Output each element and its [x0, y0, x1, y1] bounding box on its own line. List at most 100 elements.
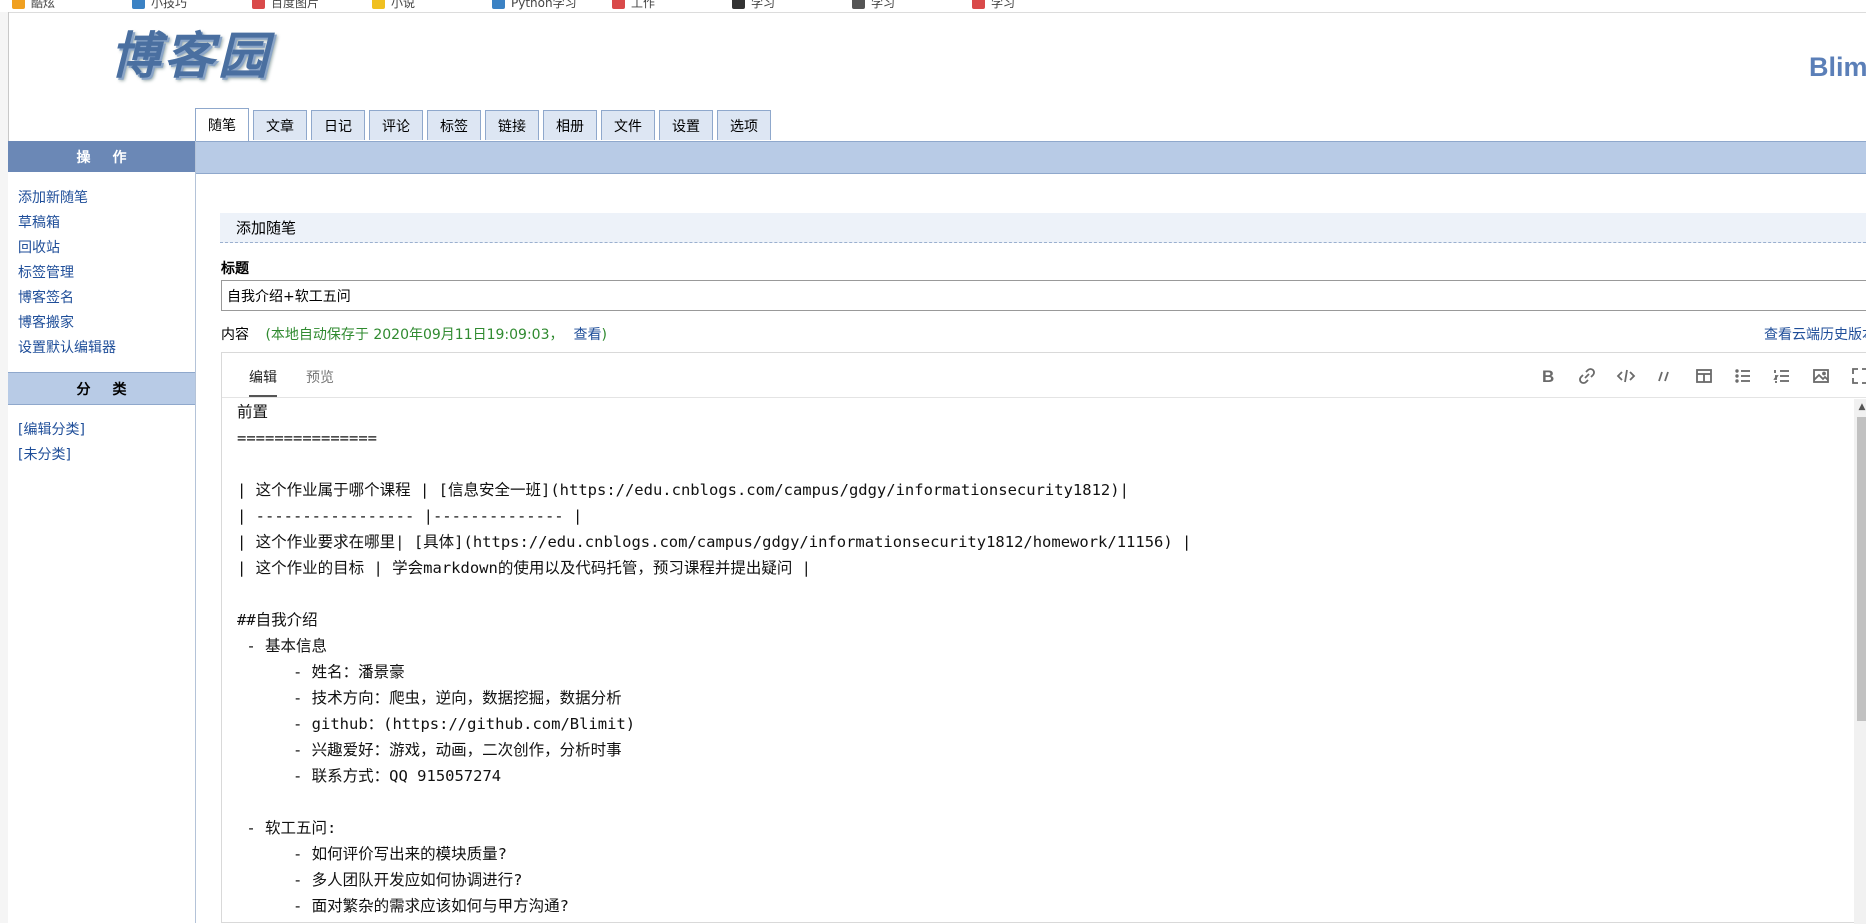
bookmark-item[interactable]: 工作 [612, 0, 655, 11]
svg-text:B: B [1542, 367, 1554, 386]
sidebar-op-item-link[interactable]: 草稿箱 [18, 215, 60, 231]
editor-tabs: 编辑 预览 B [222, 353, 1866, 398]
sidebar-category-item: [编辑分类] [18, 418, 85, 443]
image-icon[interactable] [1801, 361, 1840, 391]
editor-scrollbar[interactable]: ▲ [1854, 399, 1866, 924]
bookmark-item[interactable]: 学习 [972, 0, 1015, 11]
bookmark-item[interactable]: Python学习 [492, 0, 577, 11]
bookmark-favicon-icon [372, 0, 385, 9]
bookmark-item[interactable]: 小技巧 [132, 0, 187, 11]
sidebar-op-item-link[interactable]: 设置默认编辑器 [18, 340, 116, 356]
scrollbar-thumb[interactable] [1857, 417, 1866, 721]
sidebar-op-item: 博客搬家 [18, 311, 116, 336]
sidebar: 操作 添加新随笔 草稿箱 回收站 标签管理 博客签名 博客搬家 设置默认编辑器 分类 [编辑… [8, 141, 196, 923]
autosave-text: (本地自动保存于 2020年09月11日19:09:03， [265, 327, 564, 343]
title-label: 标题 [221, 261, 249, 277]
sidebar-category-list: [编辑分类] [未分类] [18, 418, 85, 468]
sidebar-op-item: 草稿箱 [18, 211, 116, 236]
sidebar-op-item-link[interactable]: 博客搬家 [18, 315, 74, 331]
sidebar-op-item: 博客签名 [18, 286, 116, 311]
tab-9[interactable]: 设置 [659, 110, 713, 140]
tab-7[interactable]: 相册 [543, 110, 597, 140]
tab-2[interactable]: 文章 [253, 110, 307, 140]
editor-line: - 联系方式：QQ 915057274 [237, 767, 502, 785]
quote-icon[interactable] [1645, 361, 1684, 391]
editor-line: - github：(https://github.com/Blimit) [237, 715, 636, 733]
tab-8[interactable]: 文件 [601, 110, 655, 140]
bookmark-favicon-icon [852, 0, 865, 9]
editor-line: - 面对繁杂的需求应该如何与甲方沟通? [237, 897, 569, 915]
editor-line: - 如何评价写出来的模块质量? [237, 845, 507, 863]
sidebar-op-item: 标签管理 [18, 261, 116, 286]
editor-line: ##自我介绍 [237, 611, 318, 629]
sidebar-category-item: [未分类] [18, 443, 85, 468]
bookmark-item[interactable]: 学习 [732, 0, 775, 11]
tab-6[interactable]: 链接 [485, 110, 539, 140]
bookmark-label: 酷炫 [31, 0, 56, 10]
code-icon[interactable] [1606, 361, 1645, 391]
tab-edit[interactable]: 编辑 [249, 367, 277, 397]
numbered-list-icon[interactable] [1762, 361, 1801, 391]
sidebar-category-item-link[interactable]: [编辑分类] [18, 422, 85, 438]
cloud-history-link[interactable]: 查看云端历史版本 [1764, 324, 1866, 344]
tab-3[interactable]: 日记 [311, 110, 365, 140]
bookmark-favicon-icon [252, 0, 265, 9]
sidebar-category-item-link[interactable]: [未分类] [18, 447, 71, 463]
bookmark-item[interactable]: 百度图片 [252, 0, 319, 11]
bold-icon[interactable]: B [1528, 361, 1567, 391]
content-label: 内容 [221, 327, 249, 343]
editor-line: | 这个作业要求在哪里| [具体](https://edu.cnblogs.co… [237, 533, 1192, 551]
sidebar-op-item: 回收站 [18, 236, 116, 261]
tab-1[interactable]: 随笔 [195, 108, 249, 141]
bookmark-item[interactable]: 小说 [372, 0, 415, 11]
editor-line: - 技术方向：爬虫，逆向，数据挖掘，数据分析 [237, 689, 622, 707]
content-label-row: 内容 (本地自动保存于 2020年09月11日19:09:03， 查看) [221, 324, 607, 344]
bulleted-list-icon[interactable] [1723, 361, 1762, 391]
editor-text-area[interactable]: 前置 =============== | 这个作业属于哪个课程 | [信息安全一班]… [237, 399, 1847, 924]
table-icon[interactable] [1684, 361, 1723, 391]
sidebar-op-item-link[interactable]: 标签管理 [18, 265, 74, 281]
main-tabs: 随笔 文章 日记 评论 标签 链接 相册 文件 设置 选项 [195, 108, 771, 141]
bookmark-label: 小说 [391, 0, 416, 10]
bookmarks-bar: 酷炫 小技巧 百度图片 小说 Python学习 工作 学习 学习 学习 [0, 0, 1866, 13]
editor-line: | ----------------- |-------------- | [237, 507, 583, 525]
bookmark-item[interactable]: 学习 [852, 0, 895, 11]
editor-line: - 多人团队开发应如何协调进行? [237, 871, 523, 889]
fullscreen-icon[interactable] [1840, 361, 1866, 391]
scroll-up-arrow[interactable]: ▲ [1854, 399, 1866, 415]
sidebar-category-title: 分类 [8, 372, 195, 405]
tab-5[interactable]: 标签 [427, 110, 481, 140]
tab-preview[interactable]: 预览 [306, 367, 334, 395]
bookmark-favicon-icon [972, 0, 985, 9]
tab-band [196, 141, 1866, 174]
title-input[interactable] [221, 280, 1866, 311]
sidebar-op-item-link[interactable]: 博客签名 [18, 290, 74, 306]
autosave-close: ) [601, 327, 607, 343]
section-title: 添加随笔 [220, 213, 1866, 243]
editor-line: | 这个作业的目标 | 学会markdown的使用以及代码托管，预习课程并提出疑… [237, 559, 811, 577]
editor-line: - 基本信息 [237, 637, 327, 655]
sidebar-op-item-link[interactable]: 回收站 [18, 240, 60, 256]
bookmark-label: 小技巧 [151, 0, 188, 10]
sidebar-op-item: 设置默认编辑器 [18, 336, 116, 361]
link-icon[interactable] [1567, 361, 1606, 391]
autosave-status: (本地自动保存于 2020年09月11日19:09:03， 查看) [265, 327, 607, 343]
markdown-editor: 编辑 预览 B 前置 =============== | 这个作业属于哪个课程 | … [221, 352, 1866, 924]
sidebar-op-item-link[interactable]: 添加新随笔 [18, 190, 88, 206]
bookmark-label: 学习 [991, 0, 1016, 10]
bookmark-label: 学习 [871, 0, 896, 10]
bookmark-item[interactable]: 酷炫 [12, 0, 55, 11]
tab-10[interactable]: 选项 [717, 110, 771, 140]
site-logo[interactable]: 博客园 [110, 16, 280, 85]
bookmark-favicon-icon [12, 0, 25, 9]
editor-toolbar: B [1528, 361, 1866, 391]
autosave-view-link[interactable]: 查看 [574, 327, 602, 343]
bookmark-label: 学习 [751, 0, 776, 10]
bookmark-label: 百度图片 [271, 0, 320, 10]
bookmark-favicon-icon [132, 0, 145, 9]
editor-line: - 软工五问: [237, 819, 337, 837]
tab-4[interactable]: 评论 [369, 110, 423, 140]
blog-user-name[interactable]: Blim [1809, 52, 1866, 83]
